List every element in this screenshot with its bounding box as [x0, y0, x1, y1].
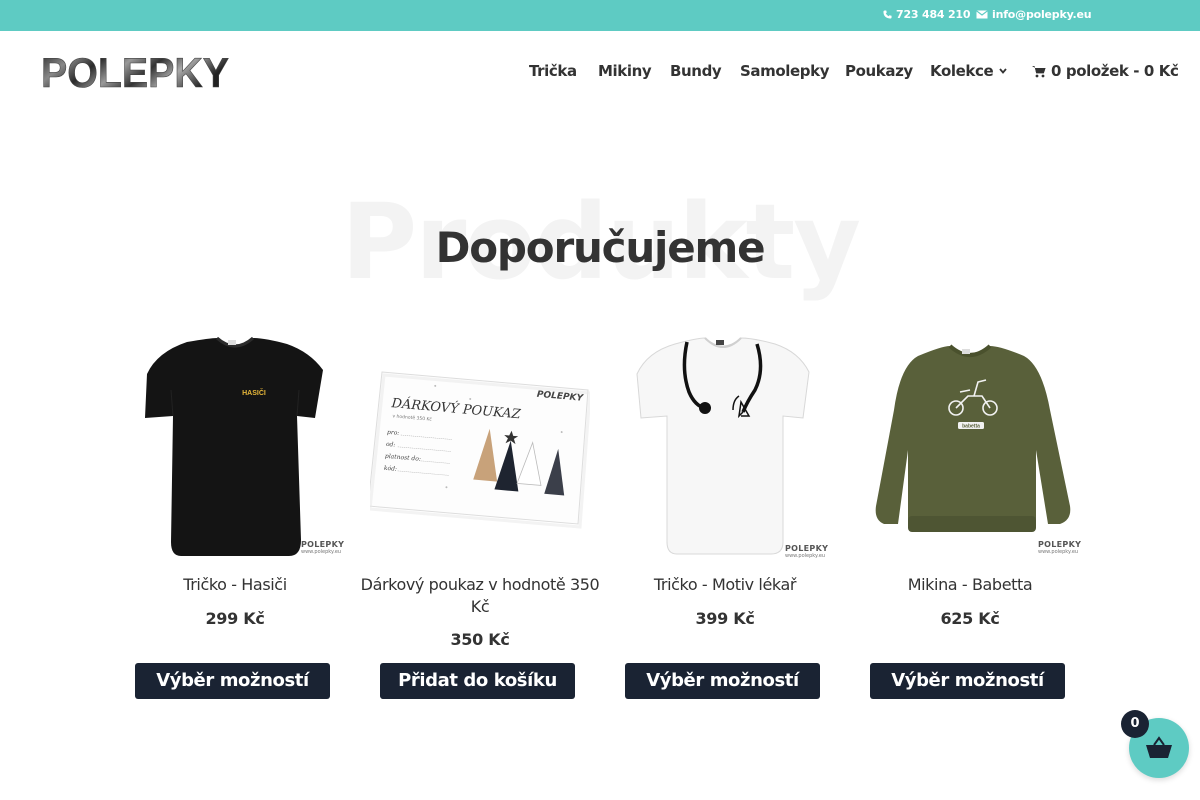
product-price: 350 Kč	[450, 630, 510, 649]
nav-cart[interactable]: 0 položek - 0 Kč	[1032, 62, 1179, 80]
nav-item-poukazy[interactable]: Poukazy	[845, 62, 913, 80]
select-options-button[interactable]: Výběr možností	[870, 663, 1065, 699]
product-image-tshirt-black[interactable]: HASIČI POLEPKY www.polepky.eu	[125, 330, 345, 560]
cart-summary: 0 položek - 0 Kč	[1051, 62, 1179, 80]
shopping-cart-icon	[1032, 65, 1046, 77]
image-watermark: POLEPKY www.polepky.eu	[301, 540, 345, 555]
nav-item-kolekce-label: Kolekce	[930, 62, 994, 80]
product-title[interactable]: Tričko - Motiv lékař	[605, 574, 845, 596]
image-watermark: POLEPKY www.polepky.eu	[785, 544, 829, 559]
email-address: info@polepky.eu	[992, 8, 1092, 21]
site-logo[interactable]: POLEPKY	[40, 49, 230, 97]
product-title[interactable]: Mikina - Babetta	[850, 574, 1090, 596]
product-title[interactable]: Tričko - Hasiči	[115, 574, 355, 596]
select-options-button[interactable]: Výběr možností	[625, 663, 820, 699]
section-title: Doporučujeme	[435, 223, 766, 272]
voucher-field-od: od:	[386, 441, 396, 449]
phone-number: 723 484 210	[896, 8, 971, 21]
email-link[interactable]: info@polepky.eu	[976, 8, 1092, 21]
product-image-tshirt-doctor[interactable]: POLEPKY www.polepky.eu	[615, 330, 835, 560]
add-to-cart-button[interactable]: Přidat do košíku	[380, 663, 575, 699]
phone-link[interactable]: 723 484 210	[883, 8, 971, 21]
sweatshirt-print-text: babetta	[962, 424, 980, 430]
product-title[interactable]: Dárkový poukaz v hodnotě 350 Kč	[360, 574, 600, 618]
phone-icon	[883, 10, 892, 19]
nav-item-samolepky[interactable]: Samolepky	[740, 62, 829, 80]
shirt-print-text: HASIČI	[242, 388, 266, 397]
chevron-down-icon	[999, 68, 1007, 74]
product-image-sweatshirt-babetta[interactable]: babetta POLEPKY www.polepky.eu	[860, 330, 1082, 560]
voucher-field-pro: pro:	[387, 429, 400, 437]
nav-item-bundy[interactable]: Bundy	[670, 62, 722, 80]
basket-icon	[1146, 736, 1172, 758]
nav-item-kolekce[interactable]: Kolekce	[930, 62, 1007, 80]
logo-text: POLEPKY	[41, 52, 229, 90]
product-image-gift-voucher[interactable]: DÁRKOVÝ POUKAZ v hodnotě 350 Kč POLEPKY …	[367, 330, 592, 560]
select-options-button[interactable]: Výběr možností	[135, 663, 330, 699]
top-bar: 723 484 210 info@polepky.eu	[0, 0, 1200, 31]
envelope-icon	[976, 10, 988, 19]
nav-item-mikiny[interactable]: Mikiny	[598, 62, 652, 80]
voucher-field-kod: kód:	[384, 465, 398, 473]
nav-item-tricka[interactable]: Trička	[529, 62, 577, 80]
image-watermark: POLEPKY www.polepky.eu	[1038, 540, 1082, 555]
product-price: 625 Kč	[940, 609, 1000, 628]
product-price: 299 Kč	[205, 609, 265, 628]
product-price: 399 Kč	[695, 609, 755, 628]
floating-cart-count: 0	[1121, 710, 1149, 738]
